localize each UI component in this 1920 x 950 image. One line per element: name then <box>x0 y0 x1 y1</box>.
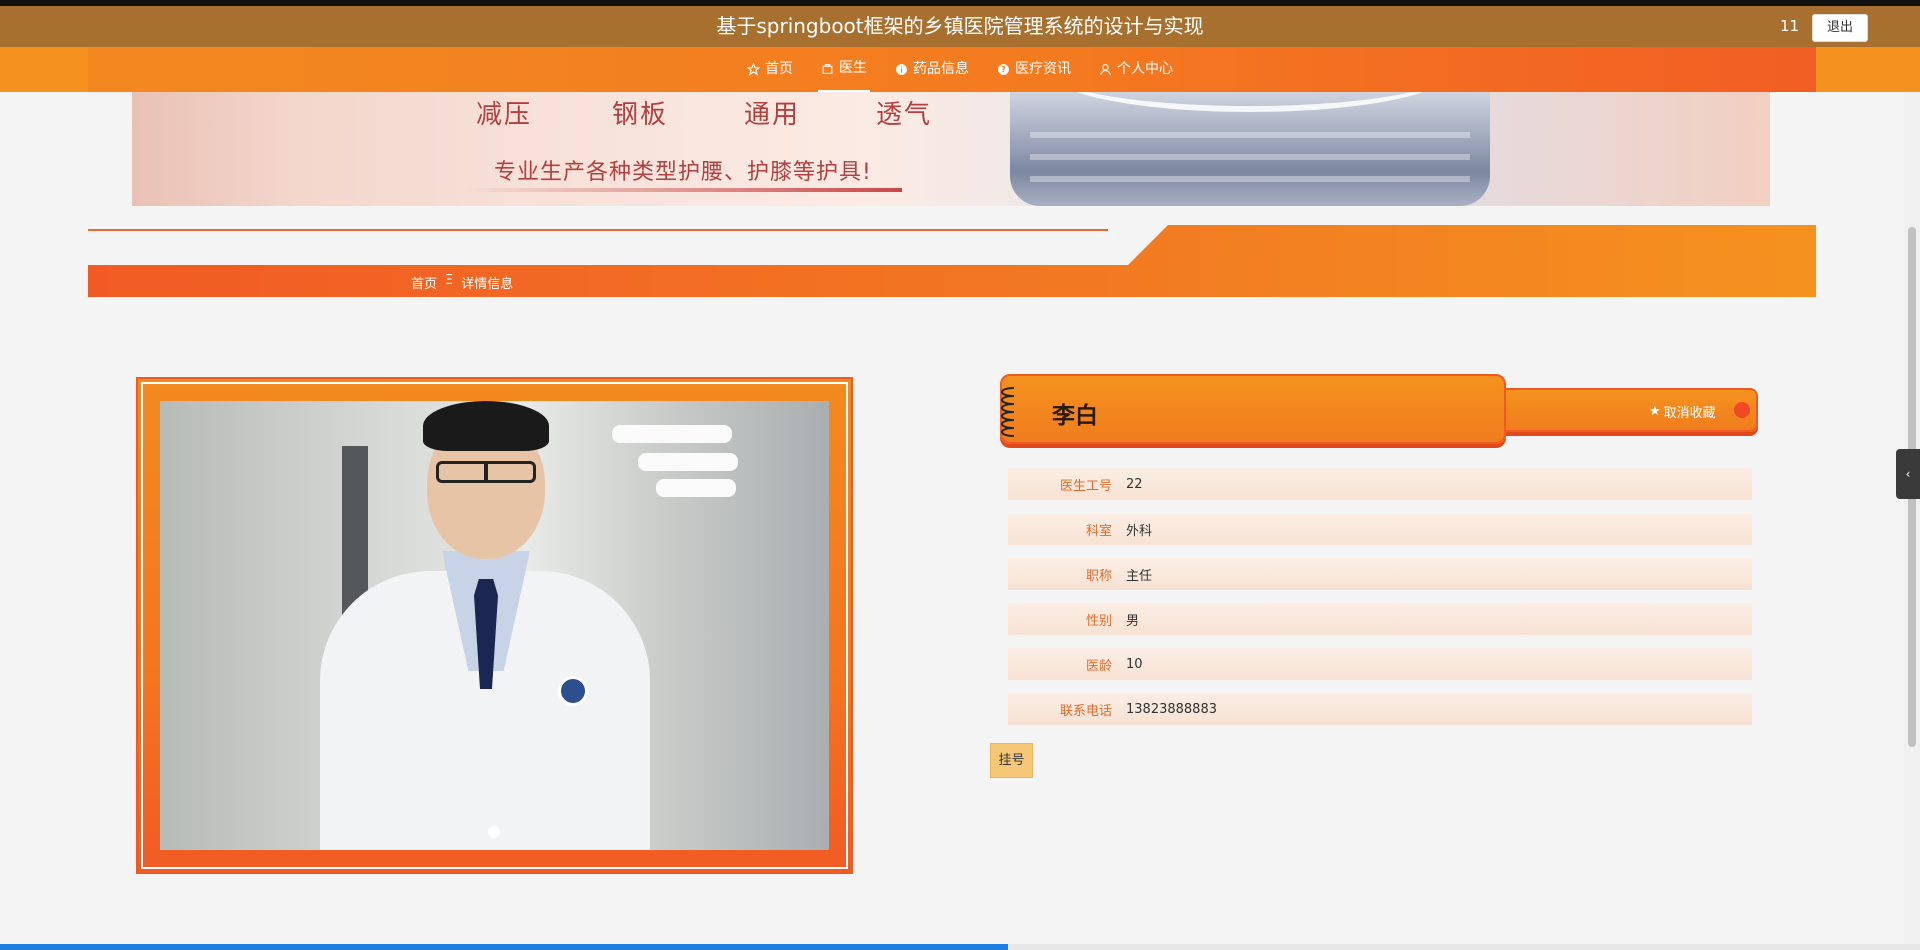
detail-value: 外科 <box>1126 523 1153 539</box>
product-stripe <box>1030 132 1470 138</box>
doctor-name-header: 李白 ★ 取消收藏 <box>992 374 1766 446</box>
detail-label: 医生工号 <box>1059 478 1112 494</box>
product-stripe <box>1030 176 1470 182</box>
star-icon <box>747 63 760 76</box>
unfavorite-label: 取消收藏 <box>1663 406 1716 421</box>
product-arc <box>1050 92 1450 112</box>
detail-label: 科室 <box>1085 523 1112 539</box>
detail-row: 医龄 10 <box>1008 648 1752 680</box>
unfavorite-button[interactable]: ★ 取消收藏 <box>1649 402 1716 421</box>
header-bar: 基于springboot框架的乡镇医院管理系统的设计与实现 11 退出 <box>0 6 1920 47</box>
doctor-photo <box>160 401 829 850</box>
detail-row: 科室 外科 <box>1008 513 1752 545</box>
nav-item-profile[interactable]: 个人中心 <box>1096 47 1176 92</box>
nav-label: 医生 <box>839 60 867 76</box>
progress-fill <box>0 944 1008 950</box>
page-load-progress <box>0 944 1920 950</box>
doctor-photo-frame <box>136 377 853 874</box>
tab-circle-dot <box>1734 402 1750 418</box>
breadcrumb: 首页 Ξ 详情信息 <box>411 273 513 292</box>
detail-row: 医生工号 22 <box>1008 468 1752 500</box>
ceiling-light <box>612 425 732 443</box>
svg-text:?: ? <box>1001 65 1005 74</box>
banner-image: 减压 钢板 通用 透气 专业生产各种类型护腰、护膝等护具! <box>132 92 1770 206</box>
favorite-tab <box>1482 388 1758 432</box>
chevron-left-icon: ‹ <box>1905 467 1911 481</box>
detail-value: 10 <box>1126 656 1143 672</box>
breadcrumb-shape <box>88 225 1816 297</box>
nav-item-home[interactable]: 首页 <box>744 47 796 92</box>
banner-underline <box>462 188 902 192</box>
detail-value: 13823888883 <box>1126 701 1217 717</box>
carousel-dot[interactable] <box>488 826 500 838</box>
doctor-hair <box>423 401 549 451</box>
detail-label: 职称 <box>1085 568 1112 584</box>
banner-product-image <box>1010 92 1490 206</box>
person-icon <box>1100 64 1111 76</box>
nav-label: 医疗资讯 <box>1015 61 1071 77</box>
product-stripe <box>1030 154 1470 160</box>
detail-label: 联系电话 <box>1059 703 1112 719</box>
side-panel-toggle[interactable]: ‹ <box>1896 449 1920 499</box>
breadcrumb-separator: Ξ <box>445 273 454 288</box>
banner-feature: 通用 <box>744 100 801 130</box>
banner-slogan: 专业生产各种类型护腰、护膝等护具! <box>494 160 872 185</box>
detail-value: 22 <box>1126 476 1143 492</box>
detail-row: 性别 男 <box>1008 603 1752 635</box>
nav-item-medicine[interactable]: 药品信息 <box>892 47 972 92</box>
detail-row: 职称 主任 <box>1008 558 1752 590</box>
coat-badge <box>558 676 588 706</box>
doctor-details: 医生工号 22 科室 外科 职称 主任 性别 男 医龄 10 联系电话 1382… <box>1008 468 1752 738</box>
info-icon <box>896 64 907 75</box>
nav-label: 药品信息 <box>913 61 969 77</box>
nav-items: 首页 医生 药品信息 ? 医疗资讯 个人中心 <box>0 47 1920 92</box>
banner-feature: 钢板 <box>612 100 669 130</box>
detail-row: 联系电话 13823888883 <box>1008 693 1752 725</box>
detail-value: 主任 <box>1126 568 1153 584</box>
nav-item-doctor[interactable]: 医生 <box>818 47 870 92</box>
breadcrumb-current: 详情信息 <box>461 277 514 292</box>
site-title: 基于springboot框架的乡镇医院管理系统的设计与实现 <box>716 14 1204 38</box>
page-scrollbar[interactable] <box>1904 92 1920 950</box>
breadcrumb-line <box>88 229 1108 231</box>
doctor-name: 李白 <box>1052 403 1098 429</box>
star-icon: ★ <box>1649 404 1661 419</box>
breadcrumb-bar: 首页 Ξ 详情信息 <box>88 225 1816 297</box>
bag-icon <box>822 64 833 74</box>
username: 11 <box>1780 17 1800 35</box>
nav-item-news[interactable]: ? 医疗资讯 <box>994 47 1074 92</box>
ceiling-light <box>656 479 736 497</box>
spiral-binding-icon <box>1001 387 1015 437</box>
detail-label: 性别 <box>1085 613 1112 629</box>
register-button[interactable]: 挂号 <box>990 743 1033 778</box>
ceiling-light <box>638 453 738 471</box>
doctor-glasses <box>436 461 536 483</box>
question-icon: ? <box>998 64 1009 75</box>
breadcrumb-home[interactable]: 首页 <box>411 273 437 292</box>
detail-value: 男 <box>1126 613 1140 629</box>
nav-label: 个人中心 <box>1117 61 1173 77</box>
detail-label: 医龄 <box>1085 658 1112 674</box>
main-nav: 首页 医生 药品信息 ? 医疗资讯 个人中心 <box>0 47 1920 92</box>
nav-label: 首页 <box>765 61 793 77</box>
name-plate: 李白 <box>1000 374 1506 444</box>
logout-button[interactable]: 退出 <box>1812 14 1868 42</box>
banner-feature: 透气 <box>876 100 933 130</box>
banner-feature: 减压 <box>476 100 533 130</box>
